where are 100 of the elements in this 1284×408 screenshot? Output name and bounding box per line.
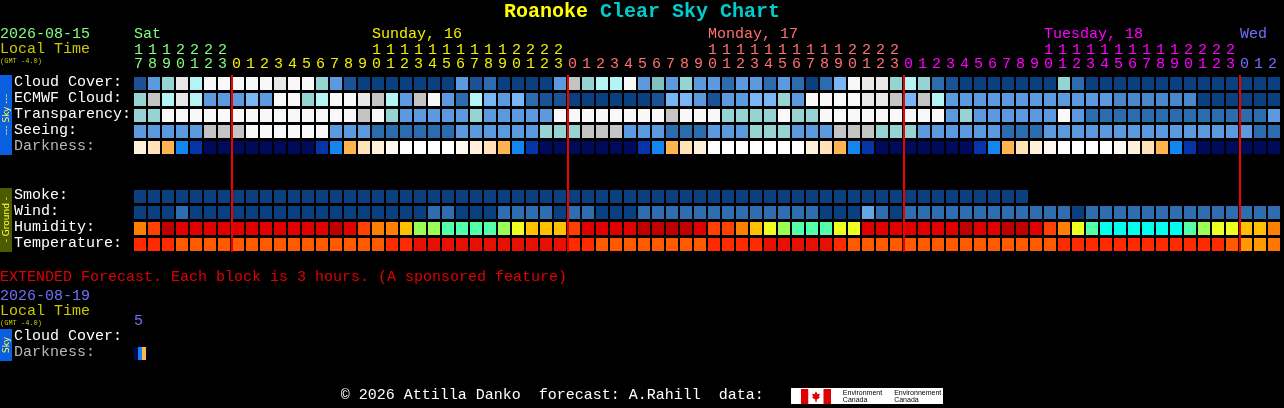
row-label: Wind: xyxy=(13,204,60,220)
hour-label: 23 xyxy=(218,44,227,72)
hour-label: 9 xyxy=(1030,58,1039,72)
hour-label: 13 xyxy=(414,44,423,72)
hour-label: 4 xyxy=(624,58,633,72)
hour-label: 3 xyxy=(610,58,619,72)
hour-label: 21 xyxy=(526,44,535,72)
hour-label: 22 xyxy=(540,44,549,72)
hour-label: 12 xyxy=(400,44,409,72)
hour-label: 1 xyxy=(918,58,927,72)
hour-label: 2 xyxy=(932,58,941,72)
hour-label: 23 xyxy=(890,44,899,72)
hour-label: 5 xyxy=(638,58,647,72)
hour-label: 7 xyxy=(666,58,675,72)
hour-label: 7 xyxy=(330,58,339,72)
day-label: Wed xyxy=(1240,27,1267,42)
hour-label: 1 xyxy=(1254,58,1263,72)
hour-label: 10 xyxy=(372,44,381,72)
hour-label: 16 xyxy=(456,44,465,72)
time-label: Local Time xyxy=(0,304,90,319)
hour-label: 17 xyxy=(1142,44,1151,72)
hour-label: 2 xyxy=(260,58,269,72)
hour-label: 15 xyxy=(778,44,787,72)
hour-label: 14 xyxy=(428,44,437,72)
hour-label: 10 xyxy=(708,44,717,72)
hour-label: 9 xyxy=(694,58,703,72)
row-label: Humidity: xyxy=(13,220,96,236)
row-label: Smoke: xyxy=(13,188,69,204)
forecast-credit: forecast: A.Rahill xyxy=(538,388,701,404)
hour-label: 16 xyxy=(1128,44,1137,72)
hour-label: 8 xyxy=(1016,58,1025,72)
hour-label: 14 xyxy=(1100,44,1109,72)
hour-label: 1 xyxy=(246,58,255,72)
row-label: Seeing: xyxy=(13,123,78,139)
hour-label: 11 xyxy=(386,44,395,72)
data-credit: data: xyxy=(718,388,764,404)
hour-label: 19 xyxy=(162,44,171,72)
hour-label: 19 xyxy=(1170,44,1179,72)
hour-label: 23 xyxy=(554,44,563,72)
day-label: Monday, 17 xyxy=(708,27,798,42)
forecast-date: 2026-08-19 xyxy=(0,289,90,304)
hour-label: 5 xyxy=(134,315,144,329)
hour-label: 18 xyxy=(1156,44,1165,72)
hour-label: 6 xyxy=(652,58,661,72)
hour-label: 17 xyxy=(470,44,479,72)
hour-label: 2 xyxy=(596,58,605,72)
place-name: Roanoke xyxy=(503,0,588,24)
hour-label: 18 xyxy=(484,44,493,72)
hour-label: 9 xyxy=(358,58,367,72)
time-label: Local Time xyxy=(0,42,90,57)
hour-label: 23 xyxy=(1226,44,1235,72)
hour-label: 6 xyxy=(988,58,997,72)
day-label: Sat xyxy=(134,27,161,42)
hour-label: 20 xyxy=(176,44,185,72)
hour-label: 21 xyxy=(1198,44,1207,72)
hour-label: 11 xyxy=(722,44,731,72)
forecast-date: 2026-08-15 xyxy=(0,27,90,42)
hour-label: 12 xyxy=(736,44,745,72)
row-label: Darkness: xyxy=(13,139,96,155)
row-label: Temperature: xyxy=(13,236,124,252)
hour-label: 22 xyxy=(876,44,885,72)
hour-label: 2 xyxy=(1268,58,1277,72)
hour-label: 3 xyxy=(946,58,955,72)
hour-label: 12 xyxy=(1072,44,1081,72)
extended-notice: EXTENDED Forecast. Each block is 3 hours. (A sponsored feature) xyxy=(0,270,569,286)
row-label: Cloud Cover: xyxy=(13,75,124,91)
hour-label: 7 xyxy=(1002,58,1011,72)
hour-label: 22 xyxy=(1212,44,1221,72)
hour-label: 5 xyxy=(974,58,983,72)
hour-label: 10 xyxy=(1044,44,1053,72)
hour-label: 8 xyxy=(344,58,353,72)
hour-label: 19 xyxy=(498,44,507,72)
hour-label: 13 xyxy=(750,44,759,72)
hour-label: 0 xyxy=(904,58,913,72)
hour-label: 20 xyxy=(1184,44,1193,72)
hour-label: 17 xyxy=(134,44,143,72)
hour-label: 13 xyxy=(1086,44,1095,72)
hour-label: 20 xyxy=(512,44,521,72)
hour-label: 0 xyxy=(232,58,241,72)
hour-label: 11 xyxy=(1058,44,1067,72)
hour-label: 0 xyxy=(568,58,577,72)
hour-label: 8 xyxy=(680,58,689,72)
hour-label: 21 xyxy=(190,44,199,72)
chart-title: Clear Sky Chart xyxy=(600,0,780,24)
hour-label: 3 xyxy=(274,58,283,72)
hour-label: 0 xyxy=(1240,58,1249,72)
hour-label: 18 xyxy=(820,44,829,72)
hour-label: 15 xyxy=(1114,44,1123,72)
hour-label: 14 xyxy=(764,44,773,72)
hour-label: 6 xyxy=(316,58,325,72)
hour-label: 1 xyxy=(582,58,591,72)
row-label: ECMWF Cloud: xyxy=(13,91,124,107)
hour-label: 20 xyxy=(848,44,857,72)
hour-label: 4 xyxy=(960,58,969,72)
hour-label: 5 xyxy=(302,58,311,72)
row-label: Cloud Cover: xyxy=(13,329,124,345)
day-label: Tuesday, 18 xyxy=(1044,27,1144,42)
hour-label: 19 xyxy=(834,44,843,72)
hour-label: 21 xyxy=(862,44,871,72)
hour-label: 4 xyxy=(288,58,297,72)
